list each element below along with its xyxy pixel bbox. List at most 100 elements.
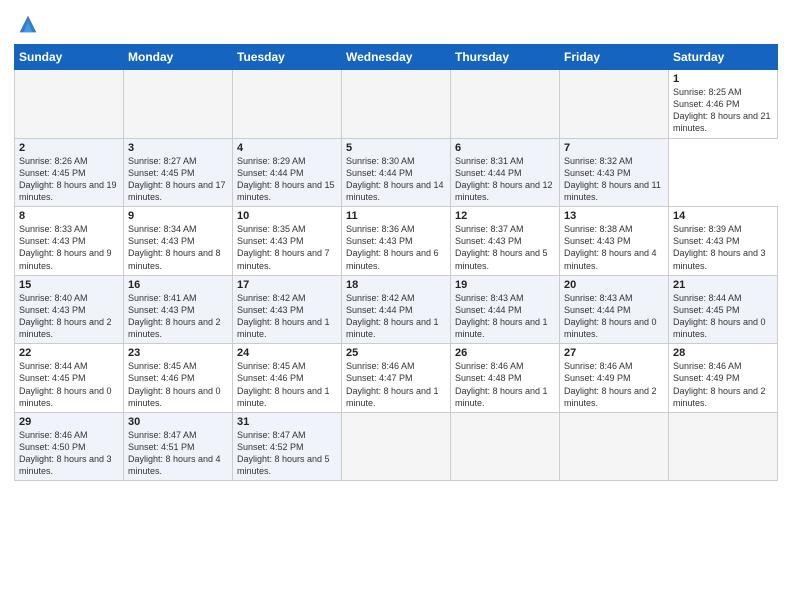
day-number: 2 — [19, 142, 119, 154]
calendar-cell: 27Sunrise: 8:46 AMSunset: 4:49 PMDayligh… — [560, 344, 669, 413]
logo-icon — [14, 10, 42, 38]
calendar-cell: 5Sunrise: 8:30 AMSunset: 4:44 PMDaylight… — [342, 138, 451, 207]
page-container: SundayMondayTuesdayWednesdayThursdayFrid… — [0, 0, 792, 487]
day-number: 9 — [128, 210, 228, 222]
calendar-week-row: 8Sunrise: 8:33 AMSunset: 4:43 PMDaylight… — [15, 207, 778, 276]
calendar-header-row: SundayMondayTuesdayWednesdayThursdayFrid… — [15, 45, 778, 70]
calendar-cell-empty — [233, 70, 342, 139]
day-info: Sunrise: 8:46 AMSunset: 4:49 PMDaylight:… — [673, 360, 773, 409]
day-number: 21 — [673, 279, 773, 291]
day-info: Sunrise: 8:43 AMSunset: 4:44 PMDaylight:… — [455, 292, 555, 341]
day-number: 20 — [564, 279, 664, 291]
day-info: Sunrise: 8:44 AMSunset: 4:45 PMDaylight:… — [673, 292, 773, 341]
calendar-cell: 25Sunrise: 8:46 AMSunset: 4:47 PMDayligh… — [342, 344, 451, 413]
day-info: Sunrise: 8:29 AMSunset: 4:44 PMDaylight:… — [237, 155, 337, 204]
calendar-cell-empty — [451, 412, 560, 481]
day-info: Sunrise: 8:42 AMSunset: 4:44 PMDaylight:… — [346, 292, 446, 341]
calendar-cell: 22Sunrise: 8:44 AMSunset: 4:45 PMDayligh… — [15, 344, 124, 413]
calendar-cell: 21Sunrise: 8:44 AMSunset: 4:45 PMDayligh… — [669, 275, 778, 344]
day-number: 4 — [237, 142, 337, 154]
calendar-cell: 1Sunrise: 8:25 AMSunset: 4:46 PMDaylight… — [669, 70, 778, 139]
calendar-week-row: 22Sunrise: 8:44 AMSunset: 4:45 PMDayligh… — [15, 344, 778, 413]
day-of-week-header: Saturday — [669, 45, 778, 70]
day-number: 25 — [346, 347, 446, 359]
day-number: 30 — [128, 416, 228, 428]
day-info: Sunrise: 8:46 AMSunset: 4:49 PMDaylight:… — [564, 360, 664, 409]
calendar-cell: 7Sunrise: 8:32 AMSunset: 4:43 PMDaylight… — [560, 138, 669, 207]
day-info: Sunrise: 8:40 AMSunset: 4:43 PMDaylight:… — [19, 292, 119, 341]
day-info: Sunrise: 8:32 AMSunset: 4:43 PMDaylight:… — [564, 155, 664, 204]
calendar-cell: 11Sunrise: 8:36 AMSunset: 4:43 PMDayligh… — [342, 207, 451, 276]
calendar-week-row: 2Sunrise: 8:26 AMSunset: 4:45 PMDaylight… — [15, 138, 778, 207]
calendar-cell: 17Sunrise: 8:42 AMSunset: 4:43 PMDayligh… — [233, 275, 342, 344]
calendar-cell: 24Sunrise: 8:45 AMSunset: 4:46 PMDayligh… — [233, 344, 342, 413]
day-number: 17 — [237, 279, 337, 291]
day-info: Sunrise: 8:33 AMSunset: 4:43 PMDaylight:… — [19, 223, 119, 272]
day-of-week-header: Wednesday — [342, 45, 451, 70]
day-of-week-header: Thursday — [451, 45, 560, 70]
calendar-cell: 30Sunrise: 8:47 AMSunset: 4:51 PMDayligh… — [124, 412, 233, 481]
day-info: Sunrise: 8:46 AMSunset: 4:47 PMDaylight:… — [346, 360, 446, 409]
calendar-week-row: 29Sunrise: 8:46 AMSunset: 4:50 PMDayligh… — [15, 412, 778, 481]
calendar-cell-empty — [451, 70, 560, 139]
calendar-cell: 8Sunrise: 8:33 AMSunset: 4:43 PMDaylight… — [15, 207, 124, 276]
day-info: Sunrise: 8:35 AMSunset: 4:43 PMDaylight:… — [237, 223, 337, 272]
day-number: 13 — [564, 210, 664, 222]
calendar-cell-empty — [560, 70, 669, 139]
day-info: Sunrise: 8:37 AMSunset: 4:43 PMDaylight:… — [455, 223, 555, 272]
day-info: Sunrise: 8:26 AMSunset: 4:45 PMDaylight:… — [19, 155, 119, 204]
calendar-cell: 26Sunrise: 8:46 AMSunset: 4:48 PMDayligh… — [451, 344, 560, 413]
calendar-cell: 19Sunrise: 8:43 AMSunset: 4:44 PMDayligh… — [451, 275, 560, 344]
calendar-cell: 9Sunrise: 8:34 AMSunset: 4:43 PMDaylight… — [124, 207, 233, 276]
day-info: Sunrise: 8:31 AMSunset: 4:44 PMDaylight:… — [455, 155, 555, 204]
calendar-cell-empty — [560, 412, 669, 481]
calendar-cell: 28Sunrise: 8:46 AMSunset: 4:49 PMDayligh… — [669, 344, 778, 413]
day-info: Sunrise: 8:47 AMSunset: 4:51 PMDaylight:… — [128, 429, 228, 478]
day-number: 11 — [346, 210, 446, 222]
day-info: Sunrise: 8:43 AMSunset: 4:44 PMDaylight:… — [564, 292, 664, 341]
calendar-cell: 23Sunrise: 8:45 AMSunset: 4:46 PMDayligh… — [124, 344, 233, 413]
day-info: Sunrise: 8:46 AMSunset: 4:50 PMDaylight:… — [19, 429, 119, 478]
calendar-cell: 13Sunrise: 8:38 AMSunset: 4:43 PMDayligh… — [560, 207, 669, 276]
day-info: Sunrise: 8:44 AMSunset: 4:45 PMDaylight:… — [19, 360, 119, 409]
day-number: 15 — [19, 279, 119, 291]
calendar-cell: 12Sunrise: 8:37 AMSunset: 4:43 PMDayligh… — [451, 207, 560, 276]
calendar-cell: 6Sunrise: 8:31 AMSunset: 4:44 PMDaylight… — [451, 138, 560, 207]
calendar-week-row: 15Sunrise: 8:40 AMSunset: 4:43 PMDayligh… — [15, 275, 778, 344]
calendar-cell-empty — [15, 70, 124, 139]
calendar-cell: 18Sunrise: 8:42 AMSunset: 4:44 PMDayligh… — [342, 275, 451, 344]
logo — [14, 10, 46, 38]
calendar-cell: 31Sunrise: 8:47 AMSunset: 4:52 PMDayligh… — [233, 412, 342, 481]
day-number: 24 — [237, 347, 337, 359]
day-number: 28 — [673, 347, 773, 359]
calendar-table: SundayMondayTuesdayWednesdayThursdayFrid… — [14, 44, 778, 481]
day-info: Sunrise: 8:46 AMSunset: 4:48 PMDaylight:… — [455, 360, 555, 409]
day-info: Sunrise: 8:30 AMSunset: 4:44 PMDaylight:… — [346, 155, 446, 204]
day-number: 1 — [673, 73, 773, 85]
day-number: 12 — [455, 210, 555, 222]
calendar-cell: 4Sunrise: 8:29 AMSunset: 4:44 PMDaylight… — [233, 138, 342, 207]
calendar-cell-empty — [669, 412, 778, 481]
day-number: 18 — [346, 279, 446, 291]
day-of-week-header: Tuesday — [233, 45, 342, 70]
day-number: 22 — [19, 347, 119, 359]
day-info: Sunrise: 8:45 AMSunset: 4:46 PMDaylight:… — [128, 360, 228, 409]
day-info: Sunrise: 8:47 AMSunset: 4:52 PMDaylight:… — [237, 429, 337, 478]
calendar-cell-empty — [124, 70, 233, 139]
day-number: 7 — [564, 142, 664, 154]
day-number: 19 — [455, 279, 555, 291]
calendar-cell: 14Sunrise: 8:39 AMSunset: 4:43 PMDayligh… — [669, 207, 778, 276]
day-number: 26 — [455, 347, 555, 359]
header — [14, 10, 778, 38]
calendar-week-row: 1Sunrise: 8:25 AMSunset: 4:46 PMDaylight… — [15, 70, 778, 139]
day-info: Sunrise: 8:39 AMSunset: 4:43 PMDaylight:… — [673, 223, 773, 272]
calendar-cell-empty — [342, 412, 451, 481]
day-number: 14 — [673, 210, 773, 222]
day-of-week-header: Monday — [124, 45, 233, 70]
calendar-cell: 2Sunrise: 8:26 AMSunset: 4:45 PMDaylight… — [15, 138, 124, 207]
day-info: Sunrise: 8:41 AMSunset: 4:43 PMDaylight:… — [128, 292, 228, 341]
day-of-week-header: Friday — [560, 45, 669, 70]
day-number: 6 — [455, 142, 555, 154]
calendar-cell: 20Sunrise: 8:43 AMSunset: 4:44 PMDayligh… — [560, 275, 669, 344]
day-info: Sunrise: 8:38 AMSunset: 4:43 PMDaylight:… — [564, 223, 664, 272]
